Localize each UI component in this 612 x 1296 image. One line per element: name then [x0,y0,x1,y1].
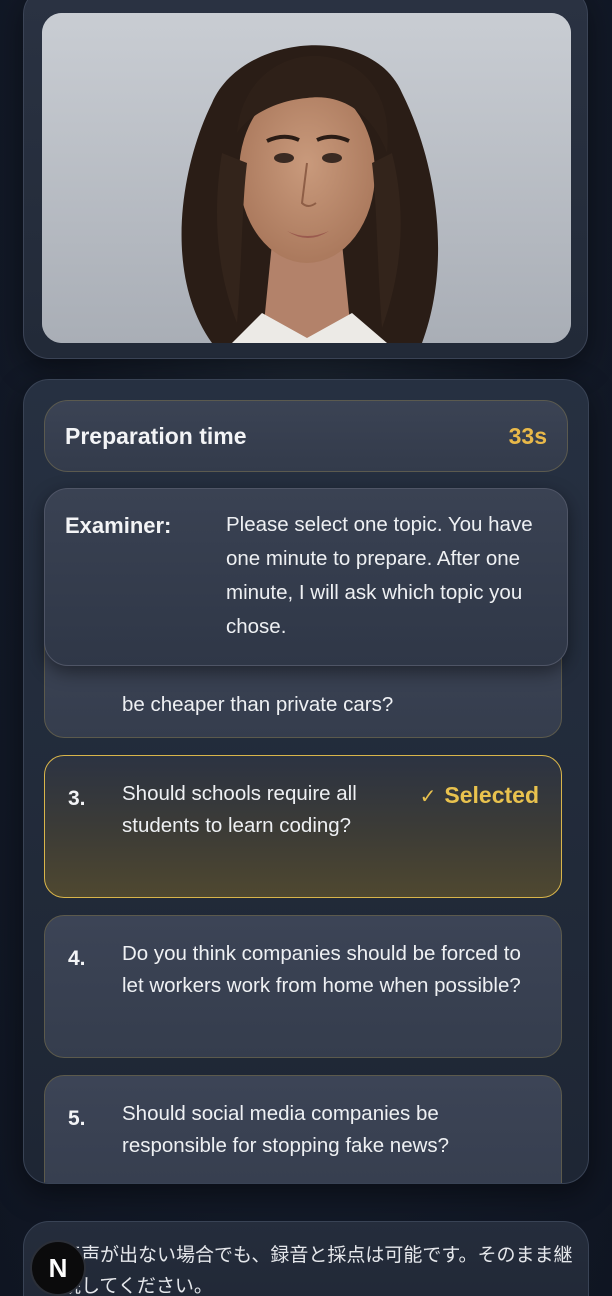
examiner-message-box: Examiner: Please select one topic. You h… [44,488,568,666]
topic-number: 5. [68,1107,86,1130]
examiner-portrait-image [42,13,571,343]
selected-label: Selected [444,782,539,808]
topic-text: Do you think companies should be forced … [122,942,521,997]
video-card [23,0,588,359]
topic-option-3[interactable]: 3. Should schools require all students t… [44,755,562,898]
topic-text: Should social media companies be respons… [122,1102,450,1157]
topic-number: 3. [68,787,86,810]
examiner-label: Examiner: [65,513,172,538]
examiner-message: Please select one topic. You have one mi… [226,513,533,638]
topic-option-4[interactable]: 4. Do you think companies should be forc… [44,915,562,1058]
topic-option-5[interactable]: 5. Should social media companies be resp… [44,1075,562,1183]
topic-text: Should schools require all students to l… [122,782,357,837]
audio-note-card: 音声が出ない場合でも、録音と採点は可能です。そのまま継続してください。 [23,1221,589,1296]
next-dev-badge[interactable]: N [30,1240,86,1296]
topic-number: 4. [68,947,86,970]
examiner-video [42,13,571,343]
preparation-countdown: 33s [508,422,547,449]
check-icon: ✓ [419,786,437,808]
topic-text: be cheaper than private cars? [122,693,394,716]
selected-badge: ✓ Selected [420,782,539,809]
preparation-label: Preparation time [65,422,247,449]
preparation-timer-bar: Preparation time 33s [44,400,568,472]
audio-note-text: 音声が出ない場合でも、録音と採点は可能です。そのまま継続してください。 [62,1244,573,1296]
topic-selection-panel: Preparation time 33s Examiner: Please se… [23,379,589,1184]
